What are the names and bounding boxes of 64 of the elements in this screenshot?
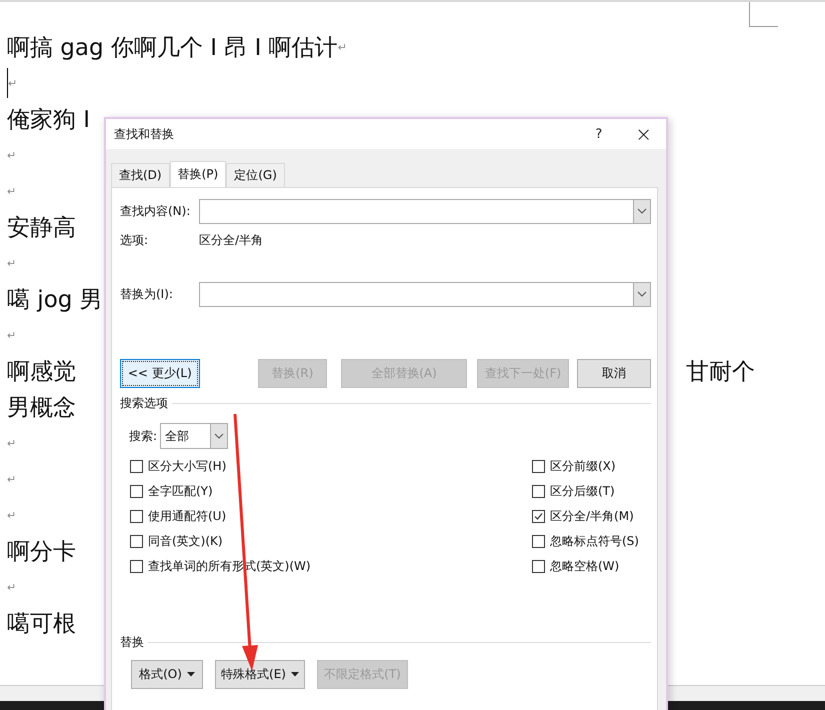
dropdown-icon (210, 424, 228, 448)
checkbox-option[interactable]: 同音(英文)(K) (130, 529, 532, 554)
tab[interactable]: 查找(D) (111, 163, 170, 187)
format-button[interactable]: 格式(O) (131, 660, 203, 689)
document-text: 俺家狗 I (7, 106, 90, 134)
checkbox-option[interactable]: 忽略标点符号(S) (532, 529, 651, 554)
dialog-button[interactable]: << 更少(L) (120, 359, 200, 388)
options-label: 选项: (120, 232, 150, 249)
dropdown-icon (633, 283, 650, 306)
document-text: 啊搞 gag 你啊几个 I 昂 I 啊估计 (7, 34, 338, 62)
paragraph-mark: ↵ (7, 256, 16, 270)
paragraph-mark: ↵ (7, 328, 16, 342)
field-label: 替换为(I): (120, 286, 174, 303)
checkbox[interactable] (130, 485, 143, 498)
checkbox[interactable] (532, 485, 545, 498)
paragraph-mark: ↵ (7, 436, 16, 450)
section-heading: 替换 (120, 634, 144, 651)
dialog-button[interactable]: 取消 (577, 359, 651, 388)
checkbox-option[interactable]: 区分全/半角(M) (532, 504, 651, 529)
checkbox[interactable] (532, 460, 545, 473)
format-button[interactable]: 特殊格式(E) (215, 660, 305, 689)
document-text: 噶可根 (7, 610, 76, 638)
checkbox[interactable] (130, 460, 143, 473)
search-dropdown[interactable]: 全部 (160, 423, 228, 449)
caret-icon (186, 672, 195, 677)
dropdown-icon (633, 200, 650, 223)
help-button[interactable]: ? (595, 126, 602, 142)
checkbox[interactable] (532, 535, 545, 548)
checkbox-option[interactable]: 区分后缀(T) (532, 479, 651, 504)
document-text: 啊分卡 (7, 538, 76, 566)
checkbox-option[interactable]: 使用通配符(U) (130, 504, 532, 529)
replace-field[interactable] (199, 282, 651, 307)
find-field[interactable] (199, 199, 651, 224)
paragraph-mark: ↵ (7, 580, 16, 594)
page-corner-mark (749, 2, 778, 27)
section-heading: 搜索选项 (120, 395, 168, 412)
checkbox[interactable] (130, 535, 143, 548)
checkbox[interactable] (532, 560, 545, 573)
close-button[interactable]: × (635, 122, 652, 146)
paragraph-mark: ↵ (8, 76, 18, 90)
document-text: 噶 jog 男 (7, 286, 103, 314)
search-label: 搜索: (129, 428, 158, 444)
paragraph-mark: ↵ (7, 184, 16, 198)
checkbox[interactable] (130, 560, 143, 573)
paragraph-mark: ↵ (7, 472, 16, 486)
checkbox-option[interactable]: 忽略空格(W) (532, 554, 651, 579)
tab[interactable]: 替换(P) (170, 161, 226, 187)
paragraph-mark: ↵ (338, 40, 347, 54)
paragraph-mark: ↵ (7, 508, 16, 522)
document-text: 啊感觉 (7, 358, 76, 386)
caret-icon (290, 672, 299, 677)
paragraph-mark: ↵ (7, 148, 16, 162)
dialog-title: 查找和替换 (114, 126, 175, 142)
document-text: 男概念 (7, 394, 76, 422)
checkbox-option[interactable]: 区分前缀(X) (532, 454, 651, 479)
checkbox-option[interactable]: 全字匹配(Y) (130, 479, 532, 504)
field-label: 查找内容(N): (120, 203, 192, 220)
checkbox-option[interactable]: 区分大小写(H) (130, 454, 532, 479)
checkbox[interactable] (130, 510, 143, 523)
checkbox[interactable] (532, 510, 545, 523)
document-text: 甘耐个 (686, 358, 755, 386)
tab[interactable]: 定位(G) (226, 163, 285, 187)
options-value: 区分全/半角 (199, 232, 264, 249)
document-text: 安静高 (7, 214, 76, 242)
